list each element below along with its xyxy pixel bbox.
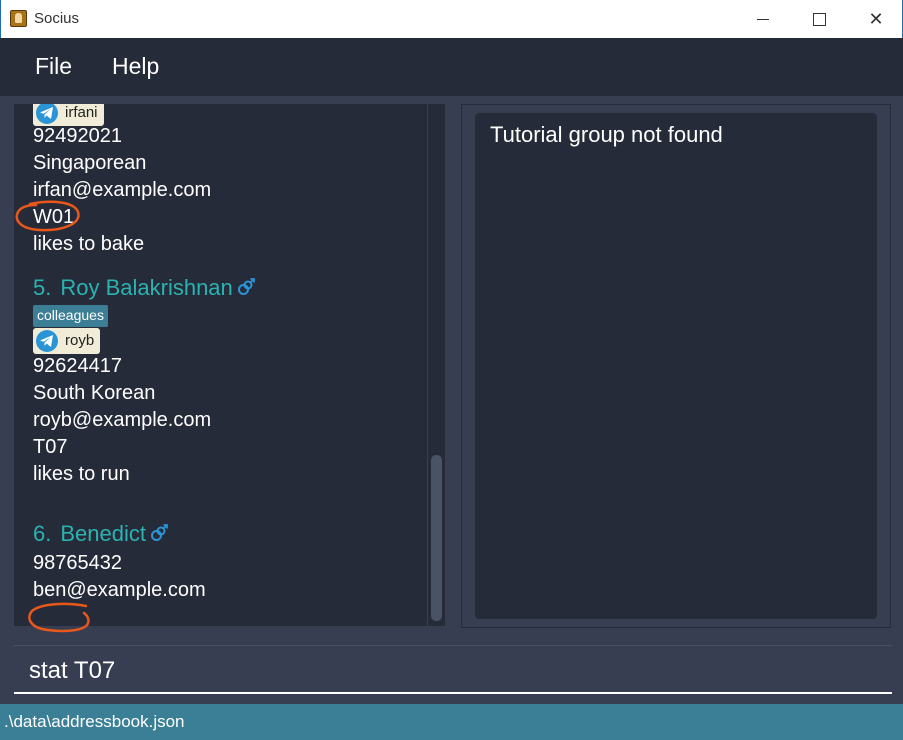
minimize-button[interactable] bbox=[741, 0, 787, 38]
person-nationality: South Korean bbox=[33, 382, 156, 404]
status-bar: .\data\addressbook.json bbox=[0, 704, 903, 740]
result-message: Tutorial group not found bbox=[490, 122, 723, 147]
result-display: Tutorial group not found bbox=[475, 113, 877, 619]
person-email: royb@example.com bbox=[33, 409, 212, 431]
menu-bar: File Help bbox=[0, 38, 903, 96]
person-phone: 92492021 bbox=[33, 125, 122, 147]
telegram-icon bbox=[36, 104, 58, 124]
person-nationality: Singaporean bbox=[33, 152, 147, 174]
person-phone: 92624417 bbox=[33, 355, 122, 377]
telegram-icon bbox=[36, 330, 58, 352]
close-icon: ✕ bbox=[868, 9, 884, 29]
command-input[interactable]: stat T07 bbox=[14, 645, 892, 694]
command-text[interactable]: stat T07 bbox=[29, 657, 115, 685]
person-email: ben@example.com bbox=[33, 579, 206, 601]
annotation-circle bbox=[15, 200, 80, 232]
scrollbar-thumb[interactable] bbox=[431, 455, 442, 621]
status-file-path: .\data\addressbook.json bbox=[4, 712, 185, 731]
title-bar: Socius ✕ bbox=[0, 0, 903, 38]
gender-icon bbox=[237, 278, 255, 295]
close-button[interactable]: ✕ bbox=[853, 0, 899, 38]
person-phone: 98765432 bbox=[33, 552, 122, 574]
person-name-text: Benedict bbox=[60, 521, 146, 546]
window-title: Socius bbox=[34, 10, 80, 27]
telegram-badge: irfani bbox=[33, 104, 104, 126]
telegram-badge: royb bbox=[33, 328, 101, 354]
person-index: 5. bbox=[33, 275, 52, 300]
person-name-text: Roy Balakrishnan bbox=[60, 275, 233, 300]
person-name[interactable]: 6. Benedict bbox=[33, 521, 168, 547]
telegram-handle: royb bbox=[65, 332, 95, 349]
gender-icon bbox=[150, 524, 168, 541]
maximize-button[interactable] bbox=[796, 0, 842, 38]
person-name[interactable]: 5. Roy Balakrishnan bbox=[33, 275, 255, 301]
person-index: 6. bbox=[33, 521, 52, 546]
person-remark: likes to bake bbox=[33, 233, 145, 255]
person-tutorial: T07 bbox=[33, 436, 68, 458]
menu-help[interactable]: Help bbox=[112, 53, 159, 80]
person-list[interactable]: irfani 92492021 Singaporean irfan@exampl… bbox=[14, 104, 427, 626]
person-remark: likes to run bbox=[33, 463, 130, 485]
menu-file[interactable]: File bbox=[35, 53, 72, 80]
tag-badge: colleagues bbox=[33, 305, 108, 327]
app-icon bbox=[10, 10, 27, 27]
annotation-circle bbox=[28, 602, 90, 633]
telegram-handle: irfani bbox=[65, 104, 98, 121]
